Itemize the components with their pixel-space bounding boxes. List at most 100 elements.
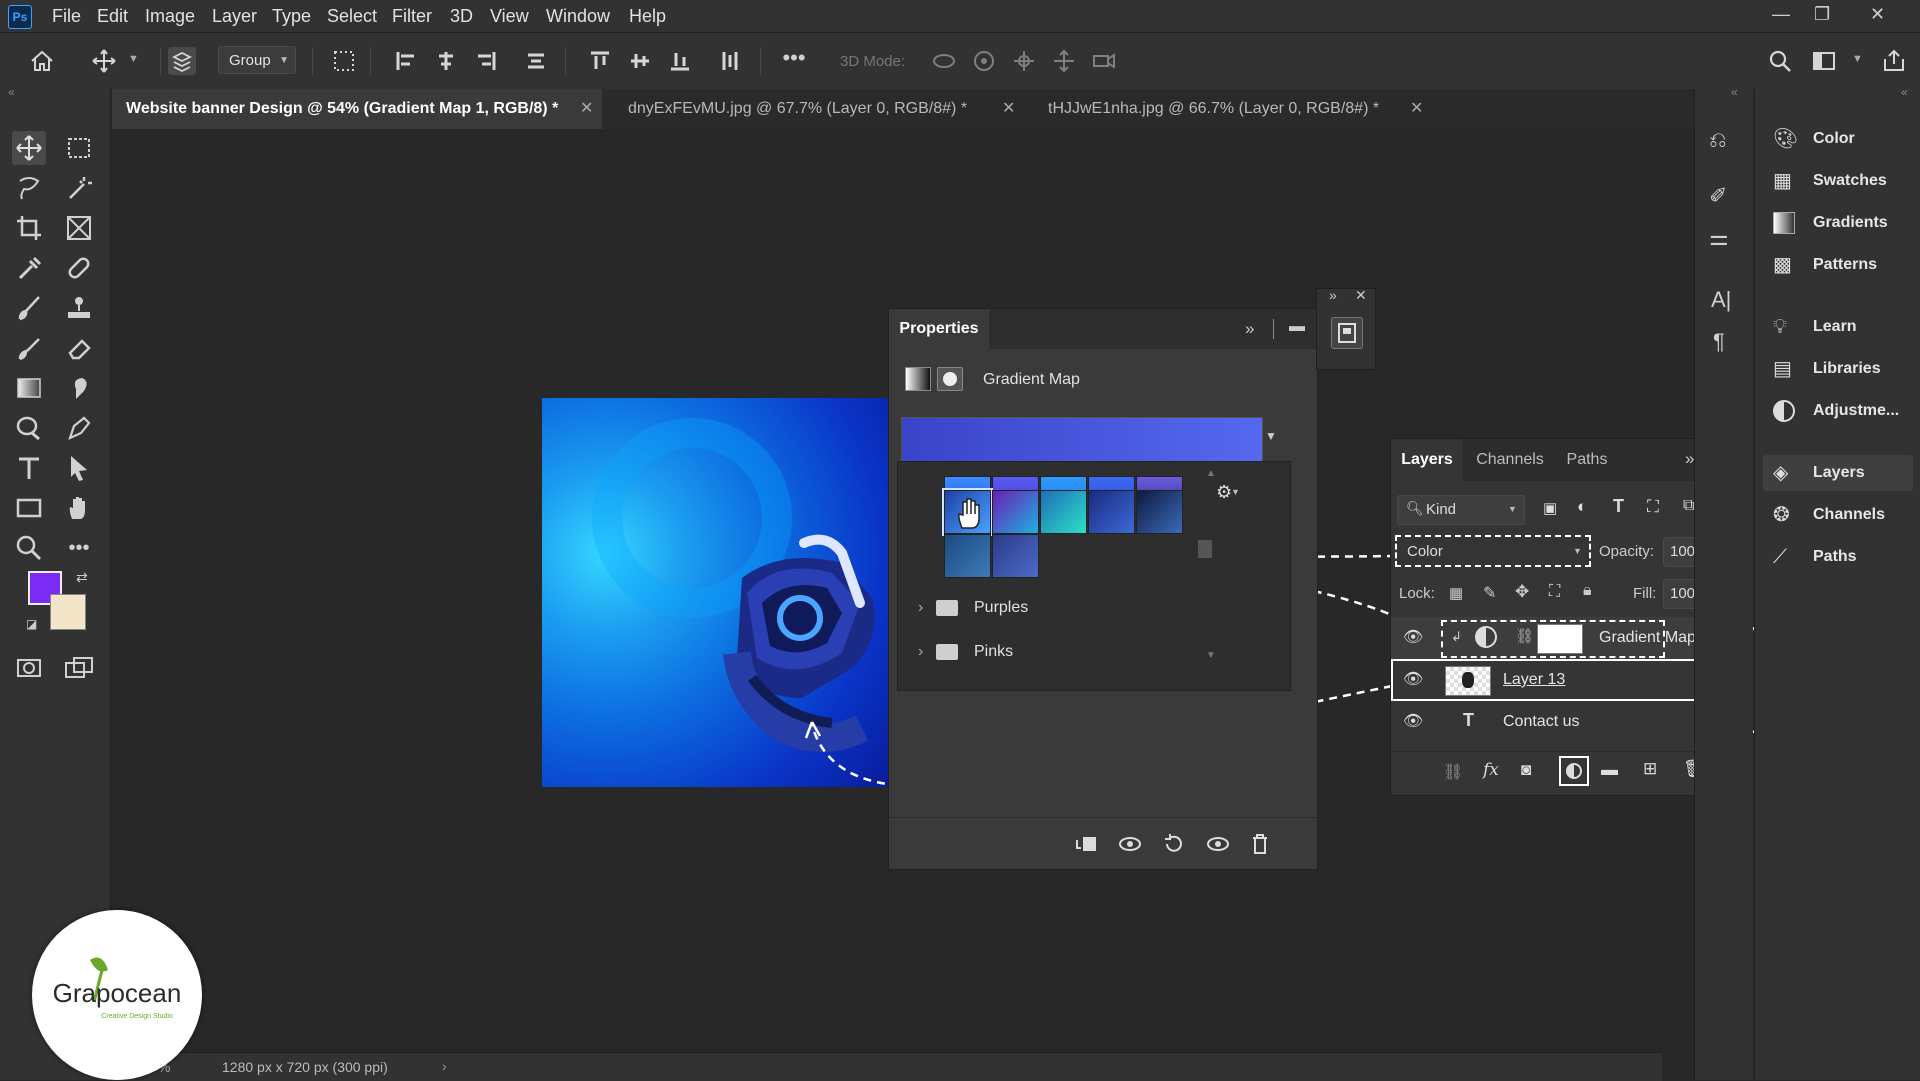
align-right-icon[interactable] <box>472 47 500 75</box>
tab-properties[interactable]: Properties <box>889 309 989 349</box>
dodge-tool-icon[interactable] <box>12 411 46 445</box>
view-previous-state-icon[interactable] <box>1117 832 1143 856</box>
gradient-swatch[interactable] <box>1136 490 1183 534</box>
move-tool-icon[interactable] <box>90 47 118 75</box>
tab-paths[interactable]: Paths <box>1557 439 1617 481</box>
auto-select-target-dropdown[interactable]: Group ▼ <box>218 46 296 74</box>
lock-all-icon[interactable]: 🔒︎ <box>1583 582 1592 600</box>
menu-view[interactable]: View <box>490 6 529 27</box>
layer-thumbnail[interactable] <box>1445 666 1491 696</box>
lock-artboard-icon[interactable]: ⛶ <box>1549 583 1560 601</box>
panel-libraries[interactable]: ▤ Libraries <box>1763 351 1913 387</box>
layer-filter-dropdown[interactable]: 🔍︎ Kind ▼ <box>1397 495 1525 525</box>
swap-colors-icon[interactable]: ⇄ <box>76 569 88 586</box>
align-bottom-icon[interactable] <box>666 47 694 75</box>
chevron-down-icon[interactable]: ▼ <box>1265 429 1277 443</box>
quick-mask-icon[interactable] <box>12 651 46 685</box>
lock-transparent-icon[interactable]: ▦ <box>1449 584 1463 602</box>
panel-patterns[interactable]: ▩ Patterns <box>1763 247 1913 283</box>
rectangle-tool-icon[interactable] <box>12 491 46 525</box>
lasso-tool-icon[interactable] <box>12 171 46 205</box>
menu-layer[interactable]: Layer <box>212 6 257 27</box>
more-options-icon[interactable]: ••• <box>780 47 808 75</box>
healing-brush-icon[interactable] <box>62 251 96 285</box>
gradient-swatch[interactable] <box>944 534 991 578</box>
home-icon[interactable] <box>28 47 56 75</box>
3d-pan-icon[interactable] <box>1010 47 1038 75</box>
filter-adjustment-icon[interactable]: ◐ <box>1577 497 1587 517</box>
clip-to-layer-icon[interactable] <box>1073 832 1099 856</box>
menu-image[interactable]: Image <box>145 6 195 27</box>
new-group-icon[interactable]: ▬ <box>1601 760 1618 780</box>
type-tool-icon[interactable] <box>12 451 46 485</box>
document-info[interactable]: 1280 px x 720 px (300 ppi) <box>222 1059 388 1075</box>
default-colors-icon[interactable]: ◪ <box>26 617 37 631</box>
reset-icon[interactable] <box>1161 832 1187 856</box>
align-center-icon[interactable] <box>432 47 460 75</box>
character-icon[interactable]: A| <box>1711 287 1731 313</box>
tab-channels[interactable]: Channels <box>1467 439 1553 481</box>
chevron-right-icon[interactable]: › <box>442 1058 447 1074</box>
tab-website-banner[interactable]: Website banner Design @ 54% (Gradient Ma… <box>112 89 602 129</box>
menu-help[interactable]: Help <box>629 6 666 27</box>
background-color-swatch[interactable] <box>50 594 86 630</box>
mask-icon[interactable] <box>937 367 963 391</box>
eyedropper-icon[interactable] <box>12 251 46 285</box>
filter-smart-object-icon[interactable]: ⧉ <box>1683 497 1694 515</box>
crop-tool-icon[interactable] <box>12 211 46 245</box>
panel-gradients[interactable]: Gradients <box>1763 205 1913 241</box>
adjustments-sliders-icon[interactable]: ⚌ <box>1709 225 1729 251</box>
menu-edit[interactable]: Edit <box>97 6 128 27</box>
new-adjustment-layer-icon[interactable] <box>1559 756 1589 786</box>
link-icon[interactable]: ⛓︎ <box>1515 627 1534 645</box>
eraser-icon[interactable] <box>62 331 96 365</box>
visibility-eye-icon[interactable]: 👁︎ <box>1403 627 1423 647</box>
3d-slide-icon[interactable] <box>1050 47 1078 75</box>
tab-thjjwe1nha[interactable]: tHJJwE1nha.jpg @ 66.7% (Layer 0, RGB/8#)… <box>1034 89 1446 129</box>
close-window-icon[interactable]: ✕ <box>1870 4 1885 25</box>
lock-position-icon[interactable]: ✥ <box>1515 582 1529 602</box>
blend-mode-dropdown[interactable]: Color ▼ <box>1395 535 1591 567</box>
panel-learn[interactable]: 💡︎ Learn <box>1763 309 1913 345</box>
close-icon[interactable]: ✕ <box>1410 89 1423 129</box>
chevron-down-icon[interactable]: ▼ <box>128 53 139 65</box>
align-left-icon[interactable] <box>392 47 420 75</box>
share-icon[interactable] <box>1880 47 1908 75</box>
scroll-down-icon[interactable]: ▼ <box>1206 650 1216 661</box>
clone-stamp-icon[interactable] <box>62 291 96 325</box>
panel-adjustments[interactable]: Adjustme... <box>1763 393 1913 429</box>
zoom-tool-icon[interactable] <box>12 531 46 565</box>
gradient-swatch[interactable] <box>992 490 1039 534</box>
delete-icon[interactable] <box>1247 832 1273 856</box>
magic-wand-icon[interactable] <box>62 171 96 205</box>
panel-paths[interactable]: ⟋ Paths <box>1763 539 1913 575</box>
paragraph-icon[interactable]: ¶ <box>1713 329 1725 355</box>
transform-controls-icon[interactable] <box>330 47 358 75</box>
menu-file[interactable]: File <box>52 6 81 27</box>
workspace-icon[interactable] <box>1810 47 1838 75</box>
filter-shape-icon[interactable]: ⛶ <box>1647 497 1659 517</box>
gradient-swatch[interactable] <box>1088 490 1135 534</box>
distribute-vertical-icon[interactable] <box>716 47 744 75</box>
restore-icon[interactable]: ❐ <box>1814 4 1830 25</box>
folder-purples[interactable]: › Purples <box>918 590 1258 626</box>
layer-row-gradient-map[interactable]: 👁︎ ↲ ⛓︎ Gradient Map 1 <box>1391 617 1731 659</box>
scroll-up-icon[interactable]: ▲ <box>1206 468 1216 479</box>
expand-icon[interactable]: » <box>1245 319 1254 339</box>
history-icon[interactable]: ⎌ <box>1709 127 1727 153</box>
gear-icon[interactable]: ⚙ <box>1216 482 1232 503</box>
collapse-icon[interactable]: « <box>1731 85 1738 99</box>
layer-mask-thumbnail[interactable] <box>1537 624 1583 654</box>
frame-tool-icon[interactable] <box>62 211 96 245</box>
brush-tool-icon[interactable] <box>12 291 46 325</box>
chevron-right-icon[interactable]: › <box>918 590 923 626</box>
layer-row-contact-us[interactable]: 👁︎ T Contact us <box>1391 701 1731 743</box>
distribute-icon[interactable] <box>522 47 550 75</box>
link-layers-icon[interactable]: ⛓︎ <box>1443 762 1463 782</box>
screen-mode-icon[interactable] <box>62 651 96 685</box>
move-tool-icon[interactable] <box>12 131 46 165</box>
tab-layers[interactable]: Layers <box>1391 439 1463 481</box>
brush-settings-icon[interactable]: ✐ <box>1709 183 1727 209</box>
collapse-icon[interactable]: « <box>8 85 15 99</box>
hand-tool-icon[interactable] <box>62 491 96 525</box>
